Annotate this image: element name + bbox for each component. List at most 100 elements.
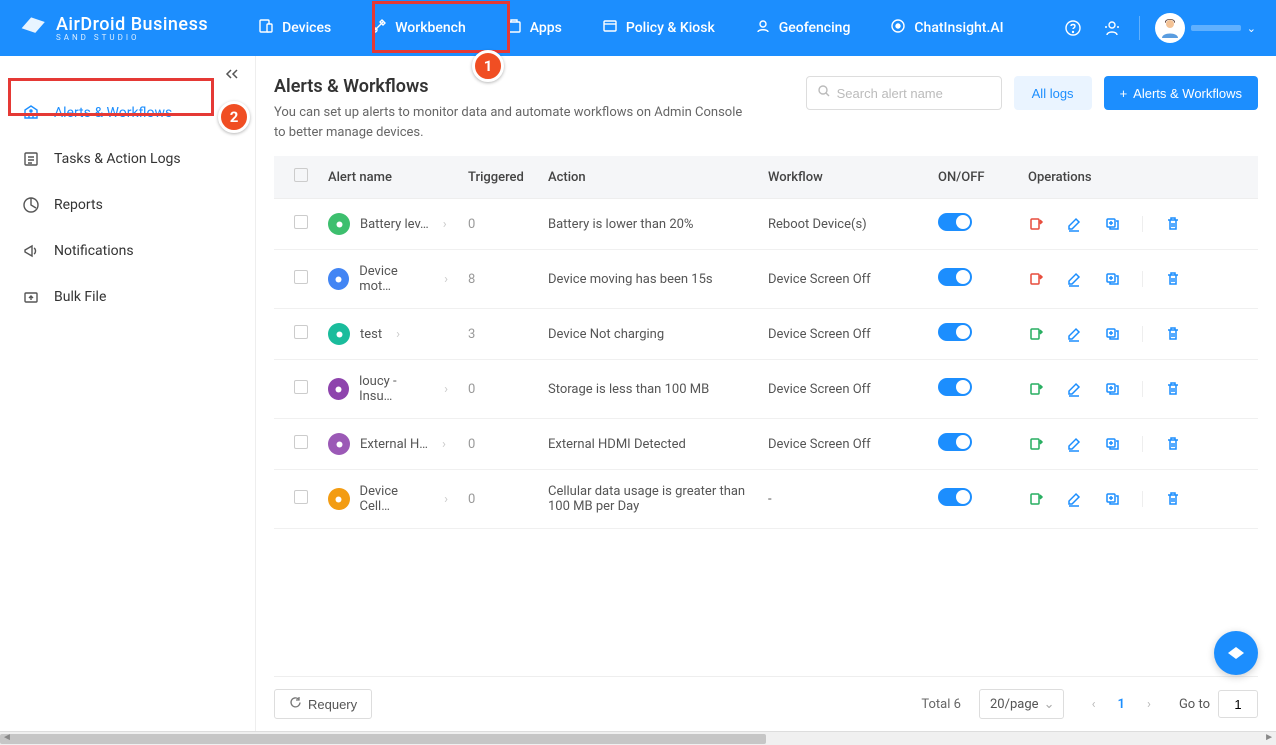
export-icon[interactable] [1028, 436, 1044, 452]
requery-button[interactable]: Requery [274, 689, 372, 719]
chevron-right-icon[interactable]: › [444, 492, 448, 507]
nav-item-geofencing[interactable]: Geofencing [735, 0, 871, 56]
delete-icon[interactable] [1165, 381, 1181, 397]
copy-icon[interactable] [1104, 491, 1120, 507]
onoff-toggle[interactable] [938, 433, 972, 451]
onoff-toggle[interactable] [938, 213, 972, 231]
export-icon[interactable] [1028, 381, 1044, 397]
sidebar-item-notifications[interactable]: Notifications [0, 228, 255, 274]
edit-icon[interactable] [1066, 271, 1082, 287]
chevron-right-icon[interactable]: › [444, 382, 448, 397]
export-icon[interactable] [1028, 216, 1044, 232]
current-page[interactable]: 1 [1118, 697, 1125, 712]
table-row: External H… › 0 External HDMI Detected D… [274, 419, 1258, 470]
copy-icon[interactable] [1104, 436, 1120, 452]
edit-icon[interactable] [1066, 491, 1082, 507]
table-row: test › 3 Device Not charging Device Scre… [274, 309, 1258, 360]
prev-page-button[interactable]: ‹ [1082, 692, 1106, 716]
fab-button[interactable] [1214, 631, 1258, 675]
edit-icon[interactable] [1066, 326, 1082, 342]
row-checkbox[interactable] [294, 215, 308, 229]
chevron-right-icon[interactable]: › [396, 327, 400, 342]
sidebar-item-tasks[interactable]: Tasks & Action Logs [0, 136, 255, 182]
all-logs-button[interactable]: All logs [1014, 76, 1092, 110]
apps-icon [506, 18, 522, 38]
export-icon[interactable] [1028, 271, 1044, 287]
triggered-count: 8 [458, 250, 538, 309]
divider [1139, 16, 1140, 40]
edit-icon[interactable] [1066, 381, 1082, 397]
search-input[interactable] [837, 86, 1013, 101]
row-checkbox[interactable] [294, 490, 308, 504]
chevron-right-icon[interactable]: › [443, 217, 447, 232]
row-checkbox[interactable] [294, 380, 308, 394]
alert-type-icon [328, 378, 349, 400]
nav-label: Workbench [395, 20, 466, 36]
next-page-button[interactable]: › [1137, 692, 1161, 716]
search-box[interactable] [806, 76, 1002, 110]
brand-name: AirDroid Business [56, 14, 208, 35]
nav-label: Geofencing [779, 20, 851, 36]
alert-name: Battery lev… [360, 217, 429, 232]
export-icon[interactable] [1028, 326, 1044, 342]
chevron-right-icon[interactable]: › [442, 437, 446, 452]
goto-input[interactable] [1218, 690, 1258, 718]
nav-item-apps[interactable]: Apps [486, 0, 582, 56]
alert-type-icon [328, 433, 350, 455]
horizontal-scrollbar[interactable]: ◄ ► [0, 731, 1276, 745]
sidebar-item-bulkfile[interactable]: Bulk File [0, 274, 255, 320]
row-checkbox[interactable] [294, 435, 308, 449]
delete-icon[interactable] [1165, 436, 1181, 452]
triggered-count: 0 [458, 419, 538, 470]
edit-icon[interactable] [1066, 436, 1082, 452]
support-icon[interactable] [1100, 16, 1124, 40]
edit-icon[interactable] [1066, 216, 1082, 232]
user-menu[interactable]: ⌄ [1155, 13, 1256, 43]
goto-page: Go to [1179, 690, 1258, 718]
nav-item-devices[interactable]: Devices [238, 0, 351, 56]
help-icon[interactable] [1061, 16, 1085, 40]
page-description: You can set up alerts to monitor data an… [274, 103, 754, 142]
alert-type-icon [328, 488, 350, 510]
row-checkbox[interactable] [294, 325, 308, 339]
select-all-checkbox[interactable] [294, 168, 308, 182]
nav-item-chatinsight[interactable]: ChatInsight.AI [870, 0, 1023, 56]
onoff-toggle[interactable] [938, 323, 972, 341]
add-alerts-workflows-button[interactable]: + Alerts & Workflows [1104, 76, 1258, 110]
nav-item-policy[interactable]: Policy & Kiosk [582, 0, 735, 56]
copy-icon[interactable] [1104, 271, 1120, 287]
triggered-count: 0 [458, 360, 538, 419]
alerts-icon [22, 104, 40, 122]
plus-icon: + [1120, 86, 1128, 101]
export-icon[interactable] [1028, 491, 1044, 507]
delete-icon[interactable] [1165, 271, 1181, 287]
logo[interactable]: AirDroid Business SAND STUDIO [20, 14, 208, 42]
onoff-toggle[interactable] [938, 488, 972, 506]
nav-label: Policy & Kiosk [626, 20, 715, 36]
scrollbar-thumb[interactable] [0, 734, 766, 744]
copy-icon[interactable] [1104, 326, 1120, 342]
copy-icon[interactable] [1104, 381, 1120, 397]
delete-icon[interactable] [1165, 326, 1181, 342]
sidebar-collapse-button[interactable] [0, 62, 255, 90]
chevron-right-icon[interactable]: › [444, 272, 448, 287]
sidebar-item-reports[interactable]: Reports [0, 182, 255, 228]
nav-item-workbench[interactable]: Workbench [351, 0, 486, 56]
add-button-label: Alerts & Workflows [1133, 86, 1242, 101]
alert-type-icon [328, 323, 350, 345]
action-text: External HDMI Detected [538, 419, 758, 470]
onoff-toggle[interactable] [938, 268, 972, 286]
row-checkbox[interactable] [294, 270, 308, 284]
sidebar-item-label: Reports [54, 197, 103, 213]
copy-icon[interactable] [1104, 216, 1120, 232]
annotation-number-2: 2 [218, 101, 250, 133]
workflow-text: Device Screen Off [758, 309, 928, 360]
sidebar-item-alerts-workflows[interactable]: Alerts & Workflows [0, 90, 255, 136]
page-size-select[interactable]: 20/page [979, 689, 1064, 719]
delete-icon[interactable] [1165, 216, 1181, 232]
alert-name: test [360, 327, 382, 342]
onoff-toggle[interactable] [938, 378, 972, 396]
delete-icon[interactable] [1165, 491, 1181, 507]
reports-icon [22, 196, 40, 214]
policy-icon [602, 18, 618, 38]
